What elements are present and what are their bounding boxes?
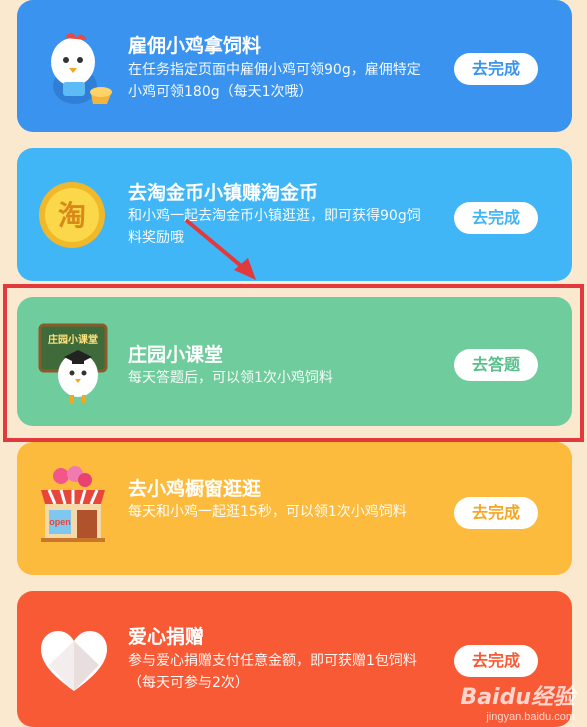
task-description: 和小鸡一起去淘金币小镇逛逛，即可获得90g饲料奖励哦 [128,208,421,246]
task-card-shop-window: open 去小鸡橱窗逛逛 每天和小鸡一起逛15秒，可以领1次小鸡饲料 去完成 [17,442,572,575]
watermark-logo: Baidu经验 [460,685,575,710]
task-title: 去淘金币小镇赚淘金币 [128,182,319,204]
task-description: 参与爱心捐赠支付任意金额，即可获赠1包饲料（每天可参与2次） [128,653,417,691]
shop-window-icon: open [41,466,105,542]
baidu-jingyan-watermark: Baidu经验 jingyan.baidu.com [460,679,575,723]
shop-sign-text: open [49,517,71,527]
heart-icon [41,631,107,691]
task-card-taojinbi-town: 淘 去淘金币小镇赚淘金币 和小鸡一起去淘金币小镇逛逛，即可获得90g饲料奖励哦 … [17,148,572,281]
task-title: 雇佣小鸡拿饲料 [128,35,262,57]
taojinbi-coin-icon: 淘 [39,182,105,248]
task-description: 每天和小鸡一起逛15秒，可以领1次小鸡饲料 [128,504,407,520]
watermark-url: jingyan.baidu.com [486,711,575,723]
coin-char: 淘 [58,199,86,232]
task-title: 去小鸡橱窗逛逛 [128,478,262,500]
task-description: 在任务指定页面中雇佣小鸡可领90g，雇佣特定小鸡可领180g（每天1次哦） [128,62,421,100]
highlight-box [3,284,584,442]
go-complete-button[interactable]: 去完成 [454,53,538,85]
task-card-hire-chicken: 雇佣小鸡拿饲料 在任务指定页面中雇佣小鸡可领90g，雇佣特定小鸡可领180g（每… [17,0,572,132]
go-complete-button[interactable]: 去完成 [454,497,538,529]
task-title: 爱心捐赠 [128,626,205,648]
chicken-employee-icon [51,33,112,104]
go-complete-button[interactable]: 去完成 [454,202,538,234]
go-complete-button[interactable]: 去完成 [454,645,538,677]
